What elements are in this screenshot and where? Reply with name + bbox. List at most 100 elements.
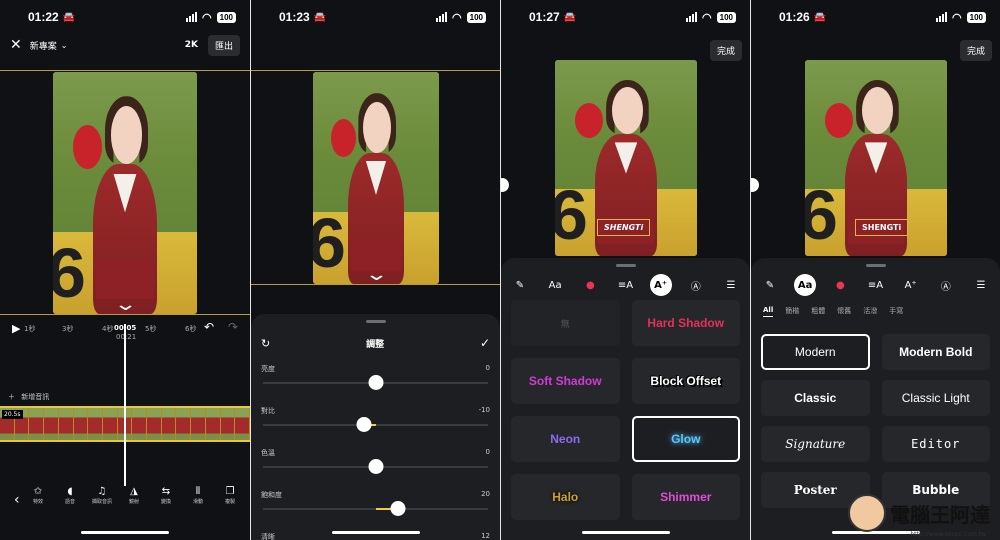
playhead[interactable] [124,324,126,486]
done-button[interactable]: 完成 [709,40,742,61]
style-grid: 無 Hard Shadow Soft Shadow Block Offset Neon G… [511,300,740,520]
tool-mirror[interactable]: ◮ 鏡射 [122,486,146,520]
adjust-slider-row: 亮度 0 [261,364,490,390]
filter-icon[interactable]: ☰ [720,274,742,296]
font-option[interactable]: Modern [761,334,870,370]
slider-value: 0 [485,448,490,456]
signal-icon [936,12,948,22]
video-preview[interactable]: 6 [53,72,197,314]
project-title[interactable]: 新專案 [30,39,57,52]
tool-label: 複製 [224,499,235,505]
text-style-option[interactable]: Shimmer [631,474,740,520]
slider-knob[interactable] [390,501,406,516]
text-style-option[interactable]: Neon [511,416,620,462]
text-style-icon[interactable]: A⁺ [649,274,672,296]
slider-track[interactable] [263,459,488,474]
pen-icon[interactable]: ✎ [509,274,531,296]
text-style-option[interactable]: Glow [631,416,740,462]
text-style-icon[interactable]: A⁺ [900,274,922,296]
text-box-icon[interactable]: Ⓐ [685,274,707,296]
panel-editor: 01:22 🚘 ◠ 100 ✕ 新專案 ⌄ 2K 匯出 6 ⌄ ▶ 1秒 3秒 … [0,0,250,540]
text-style-option[interactable]: Hard Shadow [631,300,740,346]
timeline-handle[interactable] [501,178,509,192]
current-time: 00:21 [116,333,137,341]
color-wheel-icon[interactable]: ● [579,274,601,296]
text-box-icon[interactable]: Ⓐ [935,274,957,296]
undo-icon[interactable]: ↶ [204,320,214,334]
frame-border-top [0,70,250,71]
tool-transform[interactable]: ⇆ 變換 [154,486,178,520]
resolution-label[interactable]: 2K [185,40,198,50]
tool-label: 滑動 [192,499,203,505]
chevron-down-icon[interactable]: ⌄ [61,41,68,50]
font-option[interactable]: Classic Light [881,380,990,416]
frame-border-top [251,70,500,71]
font-option[interactable]: Classic [761,380,870,416]
sheet-grabber[interactable] [865,264,886,267]
reset-icon[interactable]: ↻ [261,337,270,350]
text-style-option[interactable]: Block Offset [631,358,740,404]
text-style-option[interactable]: 無 [511,300,620,346]
export-button[interactable]: 匯出 [207,34,240,56]
add-audio-button[interactable]: ＋ 新增音訊 [8,392,49,402]
font-tab[interactable]: 粗體 [811,306,825,317]
confirm-check-icon[interactable]: ✓ [480,336,490,350]
home-indicator [581,531,670,534]
tool-label: 變換 [160,499,171,505]
play-icon[interactable]: ▶ [12,322,20,335]
align-text-icon[interactable]: ≡A [864,274,886,296]
text-caption-overlay[interactable]: SHENGTi [597,219,651,236]
slider-knob[interactable] [368,375,383,390]
color-wheel-icon[interactable]: ● [829,274,851,296]
battery-badge: 100 [966,11,986,23]
tool-voice[interactable]: ◖ 語音 [58,486,82,520]
watermark: 電腦王阿達 [848,494,990,532]
slider-label: 清晰 [261,533,275,540]
text-style-option[interactable]: Halo [511,474,620,520]
redo-icon[interactable]: ↷ [228,320,238,334]
sheet-grabber[interactable] [365,320,386,323]
font-tab[interactable]: 簡楷 [785,306,799,317]
align-text-icon[interactable]: ≡A [614,274,636,296]
signal-icon [686,12,698,22]
slider-track[interactable] [263,375,488,390]
tool-effects[interactable]: ✩ 特效 [26,486,50,520]
font-tab[interactable]: 懷舊 [837,306,851,317]
font-icon[interactable]: Aa [794,274,817,296]
ruler-tick: 3秒 [62,325,74,333]
font-tab[interactable]: All [763,306,774,317]
close-icon[interactable]: ✕ [10,37,22,53]
font-tab[interactable]: 手寫 [889,306,903,317]
sheet-grabber[interactable] [615,264,636,267]
font-icon[interactable]: Aa [544,274,566,296]
slider-knob[interactable] [368,459,383,474]
text-caption-overlay[interactable]: SHENGTi [855,219,909,236]
voice-icon: ◖ [67,486,73,497]
collapse-chevron-icon[interactable]: ⌄ [113,294,137,315]
slider-value: 20 [481,490,490,498]
collapse-chevron-icon[interactable]: ⌄ [364,264,388,285]
font-tab[interactable]: 活潑 [863,306,877,317]
video-preview[interactable]: 6 [313,72,439,284]
editor-toolbar: ✩ 特效 ◖ 語音 ♫ 擷取音訊 ◮ 鏡射 ⇆ 變換 ⫴ 滑動 ❐ 複製 [0,486,250,520]
pen-icon[interactable]: ✎ [759,274,781,296]
font-option[interactable]: Signature [761,426,870,462]
slider-knob[interactable] [356,417,372,432]
timeline-handle[interactable] [751,178,759,192]
slider-track[interactable] [263,417,488,432]
adjust-title: 調整 [366,339,385,350]
font-option[interactable]: Modern Bold [881,334,990,370]
tool-slide[interactable]: ⫴ 滑動 [186,486,210,520]
filter-icon[interactable]: ☰ [970,274,992,296]
slider-track[interactable] [263,501,488,516]
tool-duplicate[interactable]: ❐ 複製 [218,486,242,520]
text-style-option[interactable]: Soft Shadow [511,358,620,404]
tool-extract-audio[interactable]: ♫ 擷取音訊 [90,486,114,520]
font-option[interactable]: Editor [881,426,990,462]
slider-value: -10 [478,406,490,414]
wifi-icon: ◠ [702,11,712,24]
status-bar: 01:26 🚘 ◠ 100 [751,0,1000,34]
done-button[interactable]: 完成 [959,40,992,61]
slide-icon: ⫴ [195,486,201,497]
car-icon: 🚘 [813,11,827,23]
